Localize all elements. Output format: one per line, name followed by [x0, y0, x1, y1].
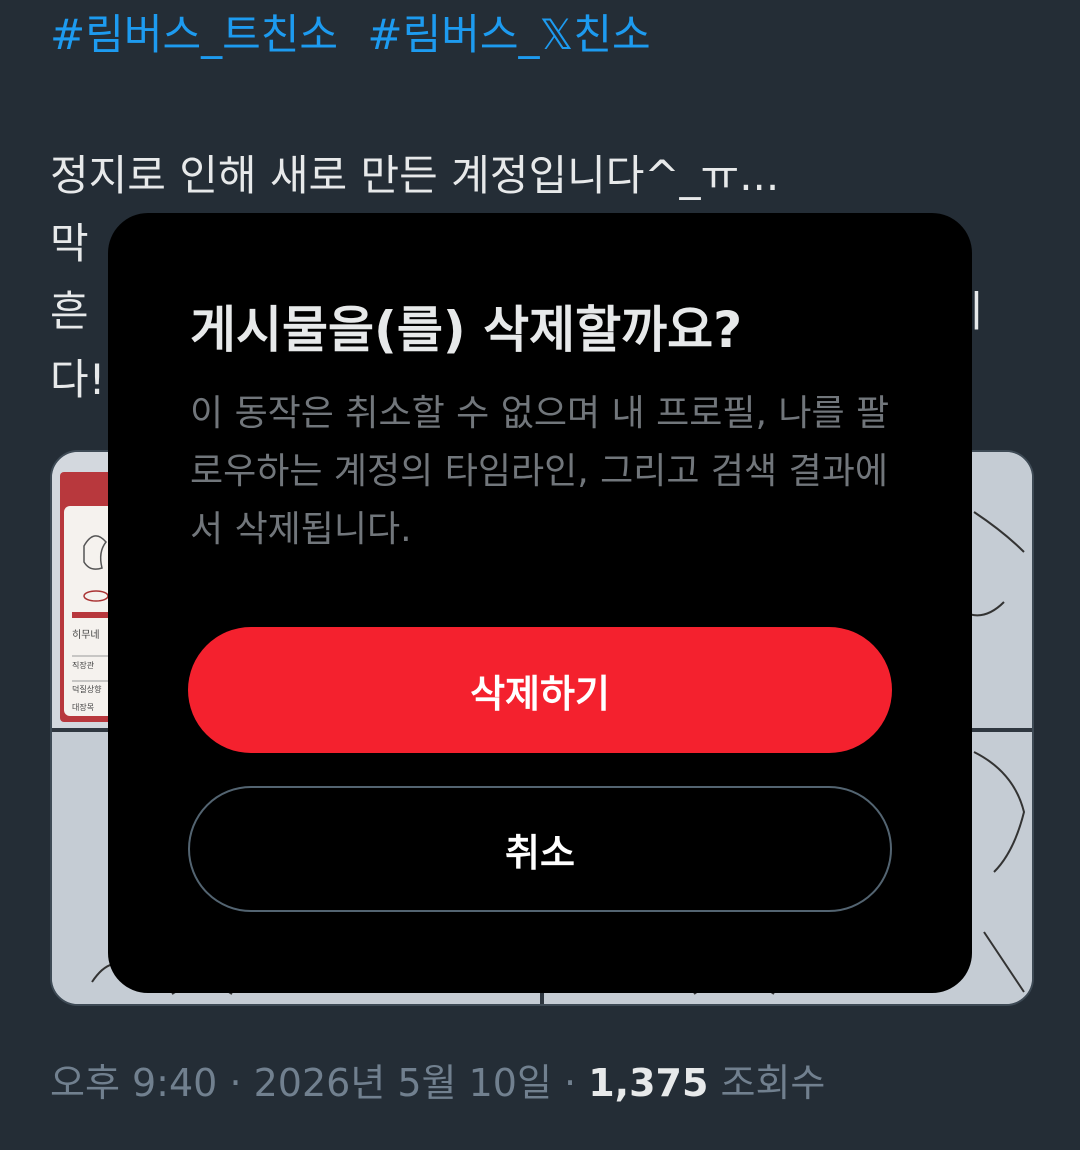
cancel-button[interactable]: 취소	[188, 786, 892, 912]
dialog-description: 이 동작은 취소할 수 없으며 내 프로필, 나를 팔로우하는 계정의 타임라인…	[190, 393, 890, 550]
delete-confirm-dialog: 게시물을(를) 삭제할까요? 이 동작은 취소할 수 없으며 내 프로필, 나를…	[108, 213, 972, 993]
dialog-title: 게시물을(를) 삭제할까요?	[190, 301, 743, 359]
delete-button[interactable]: 삭제하기	[188, 627, 892, 753]
